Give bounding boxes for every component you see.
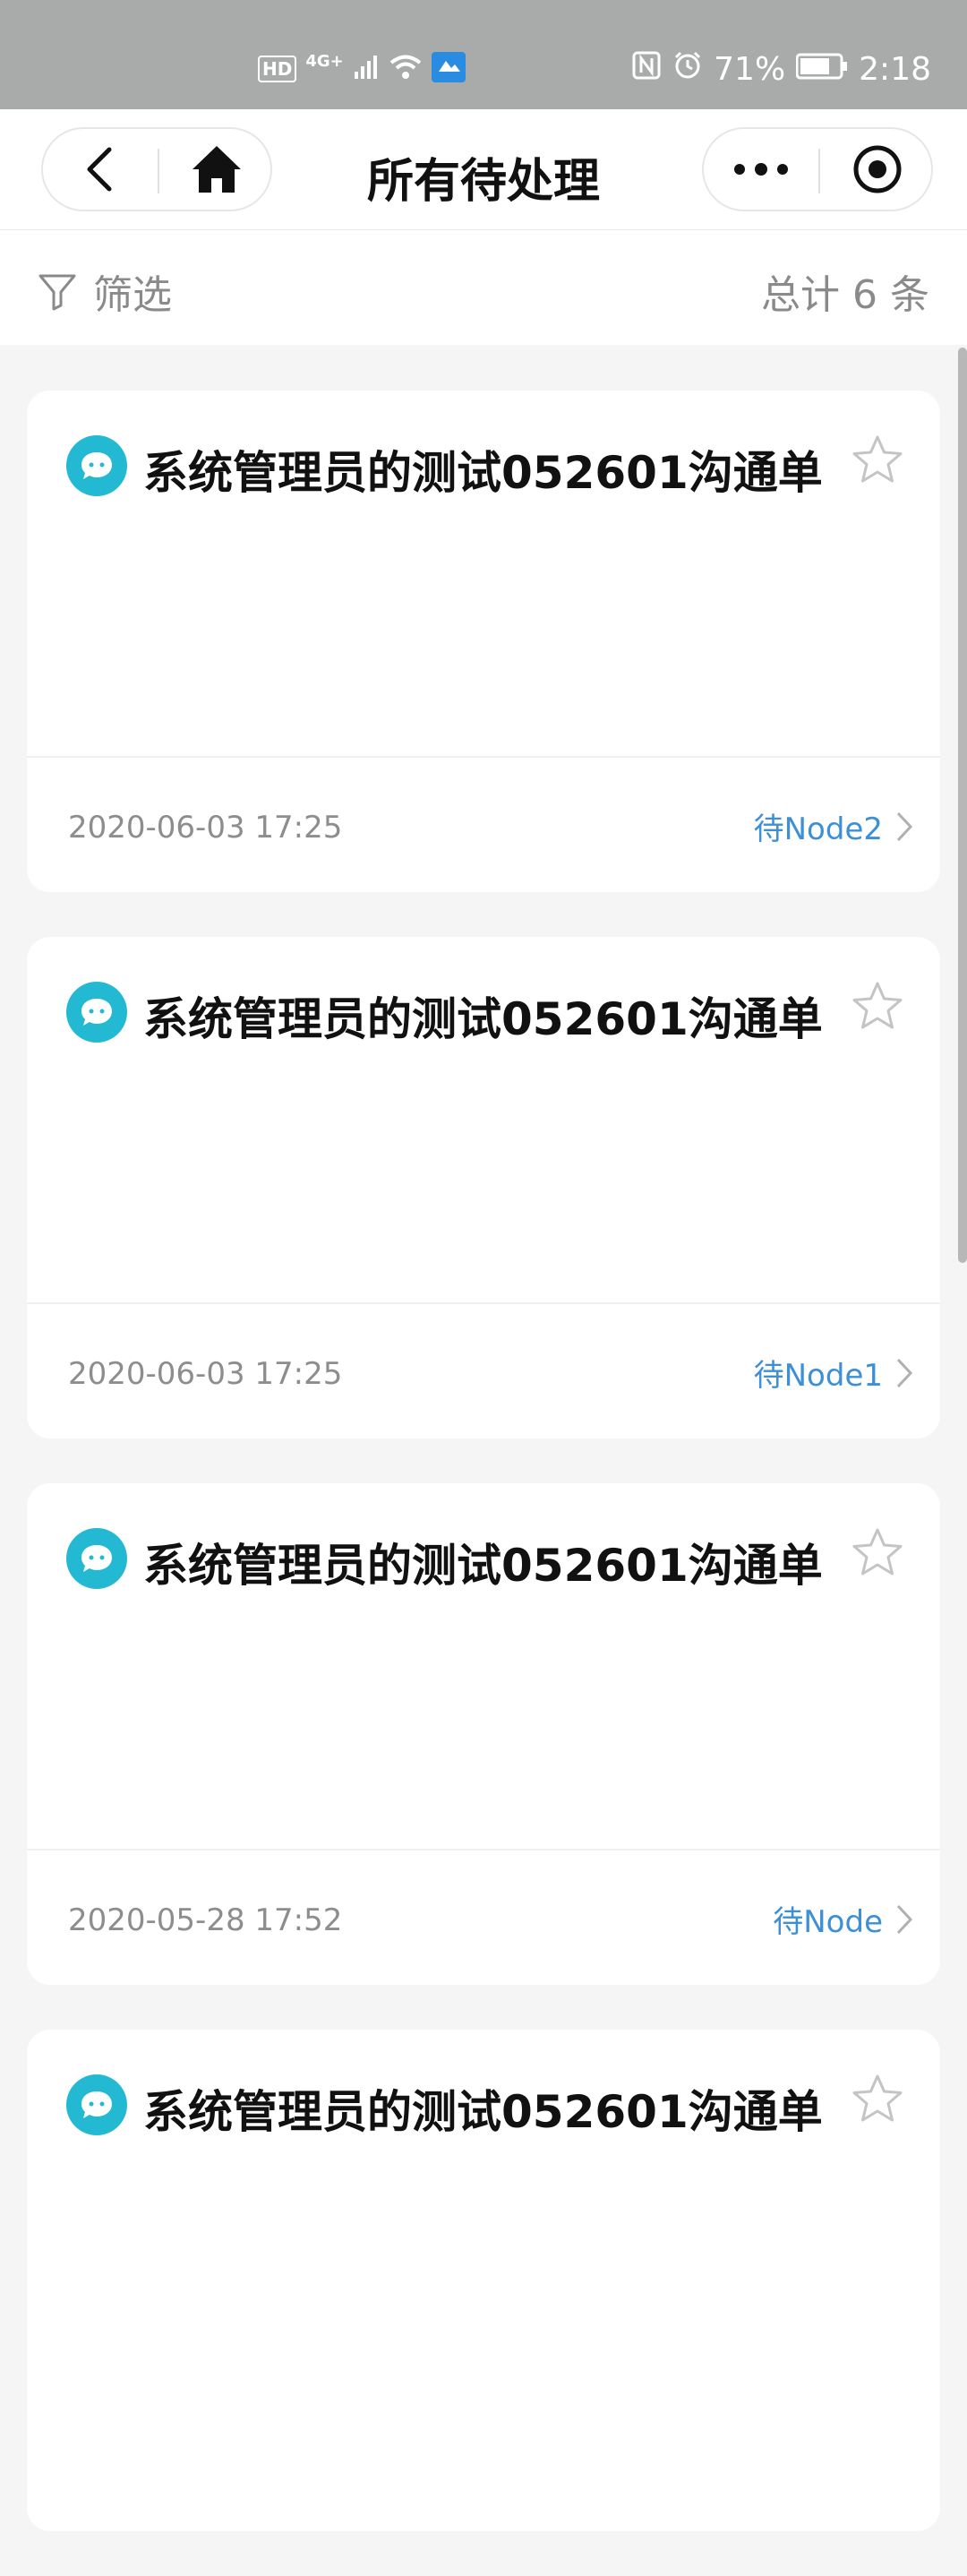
filter-label: 筛选 (93, 272, 172, 318)
card-time: 2020-05-28 17:52 (68, 1902, 343, 1938)
star-icon (852, 2074, 903, 2122)
status-bar-system: 71% 2:18 (631, 50, 931, 89)
card-time: 2020-06-03 17:25 (68, 1356, 343, 1392)
chevron-right-icon (896, 811, 913, 841)
favorite-star-button[interactable] (851, 980, 904, 1035)
clock-time: 2:18 (859, 51, 931, 88)
card-time: 2020-06-03 17:25 (68, 810, 343, 846)
wifi-icon (389, 54, 423, 84)
list-item[interactable]: 系统管理员的测试052601沟通单 2020-05-28 17:52 待Node (27, 1483, 940, 1985)
total-count: 总计 6 条 (761, 272, 929, 318)
nfc-icon (631, 50, 662, 89)
nav-capsule-right (702, 127, 933, 211)
more-dots-icon (734, 163, 788, 176)
alarm-icon (672, 50, 703, 89)
filter-bar: 筛选 总计 6 条 (0, 230, 967, 345)
network-type: 4G+ (305, 51, 344, 71)
more-button[interactable] (704, 129, 818, 210)
app-notification-icon (431, 52, 466, 86)
chevron-right-icon (896, 1358, 913, 1387)
list-item[interactable]: 系统管理员的测试052601沟通单 2020-06-03 17:25 待Node… (27, 937, 940, 1438)
card-title: 系统管理员的测试052601沟通单 (143, 1540, 823, 1592)
status-bar: HD 4G+ 71% 2:18 (0, 0, 967, 109)
card-title: 系统管理员的测试052601沟通单 (143, 447, 823, 499)
filter-funnel-icon (39, 274, 76, 311)
todo-list: 系统管理员的测试052601沟通单 2020-06-03 17:25 待Node… (27, 391, 940, 2576)
card-status-label: 待Node (773, 1904, 883, 1940)
status-bar-network: HD 4G+ (258, 52, 466, 86)
favorite-star-button[interactable] (851, 2073, 904, 2128)
card-status-link[interactable]: 待Node (773, 1897, 913, 1941)
star-icon (852, 435, 903, 483)
card-status-link[interactable]: 待Node2 (754, 804, 913, 848)
card-divider (27, 1849, 940, 1850)
card-divider (27, 1302, 940, 1304)
card-status-link[interactable]: 待Node1 (754, 1351, 913, 1395)
star-icon (852, 1528, 903, 1576)
card-title: 系统管理员的测试052601沟通单 (143, 2086, 823, 2138)
favorite-star-button[interactable] (851, 434, 904, 489)
chat-bubble-icon (66, 982, 127, 1043)
battery-percent: 71% (714, 51, 786, 88)
navigation-header: 所有待处理 (0, 109, 967, 230)
filter-button[interactable]: 筛选 (38, 262, 172, 320)
list-item[interactable]: 系统管理员的测试052601沟通单 2020-06-03 17:25 待Node… (27, 391, 940, 892)
scrollbar[interactable] (958, 348, 967, 1263)
chat-bubble-icon (66, 2074, 127, 2135)
target-circle-icon (853, 145, 902, 193)
list-item[interactable]: 系统管理员的测试052601沟通单 (27, 2030, 940, 2531)
chevron-right-icon (896, 1904, 913, 1934)
signal-icon (353, 54, 380, 84)
close-miniprogram-button[interactable] (820, 129, 935, 210)
card-status-label: 待Node1 (753, 1358, 883, 1394)
favorite-star-button[interactable] (851, 1526, 904, 1582)
hd-badge: HD (258, 56, 297, 82)
card-divider (27, 756, 940, 758)
chat-bubble-icon (66, 435, 127, 496)
card-status-label: 待Node2 (753, 811, 883, 847)
star-icon (852, 982, 903, 1029)
battery-icon (795, 51, 848, 88)
chat-bubble-icon (66, 1528, 127, 1589)
card-title: 系统管理员的测试052601沟通单 (143, 993, 823, 1045)
